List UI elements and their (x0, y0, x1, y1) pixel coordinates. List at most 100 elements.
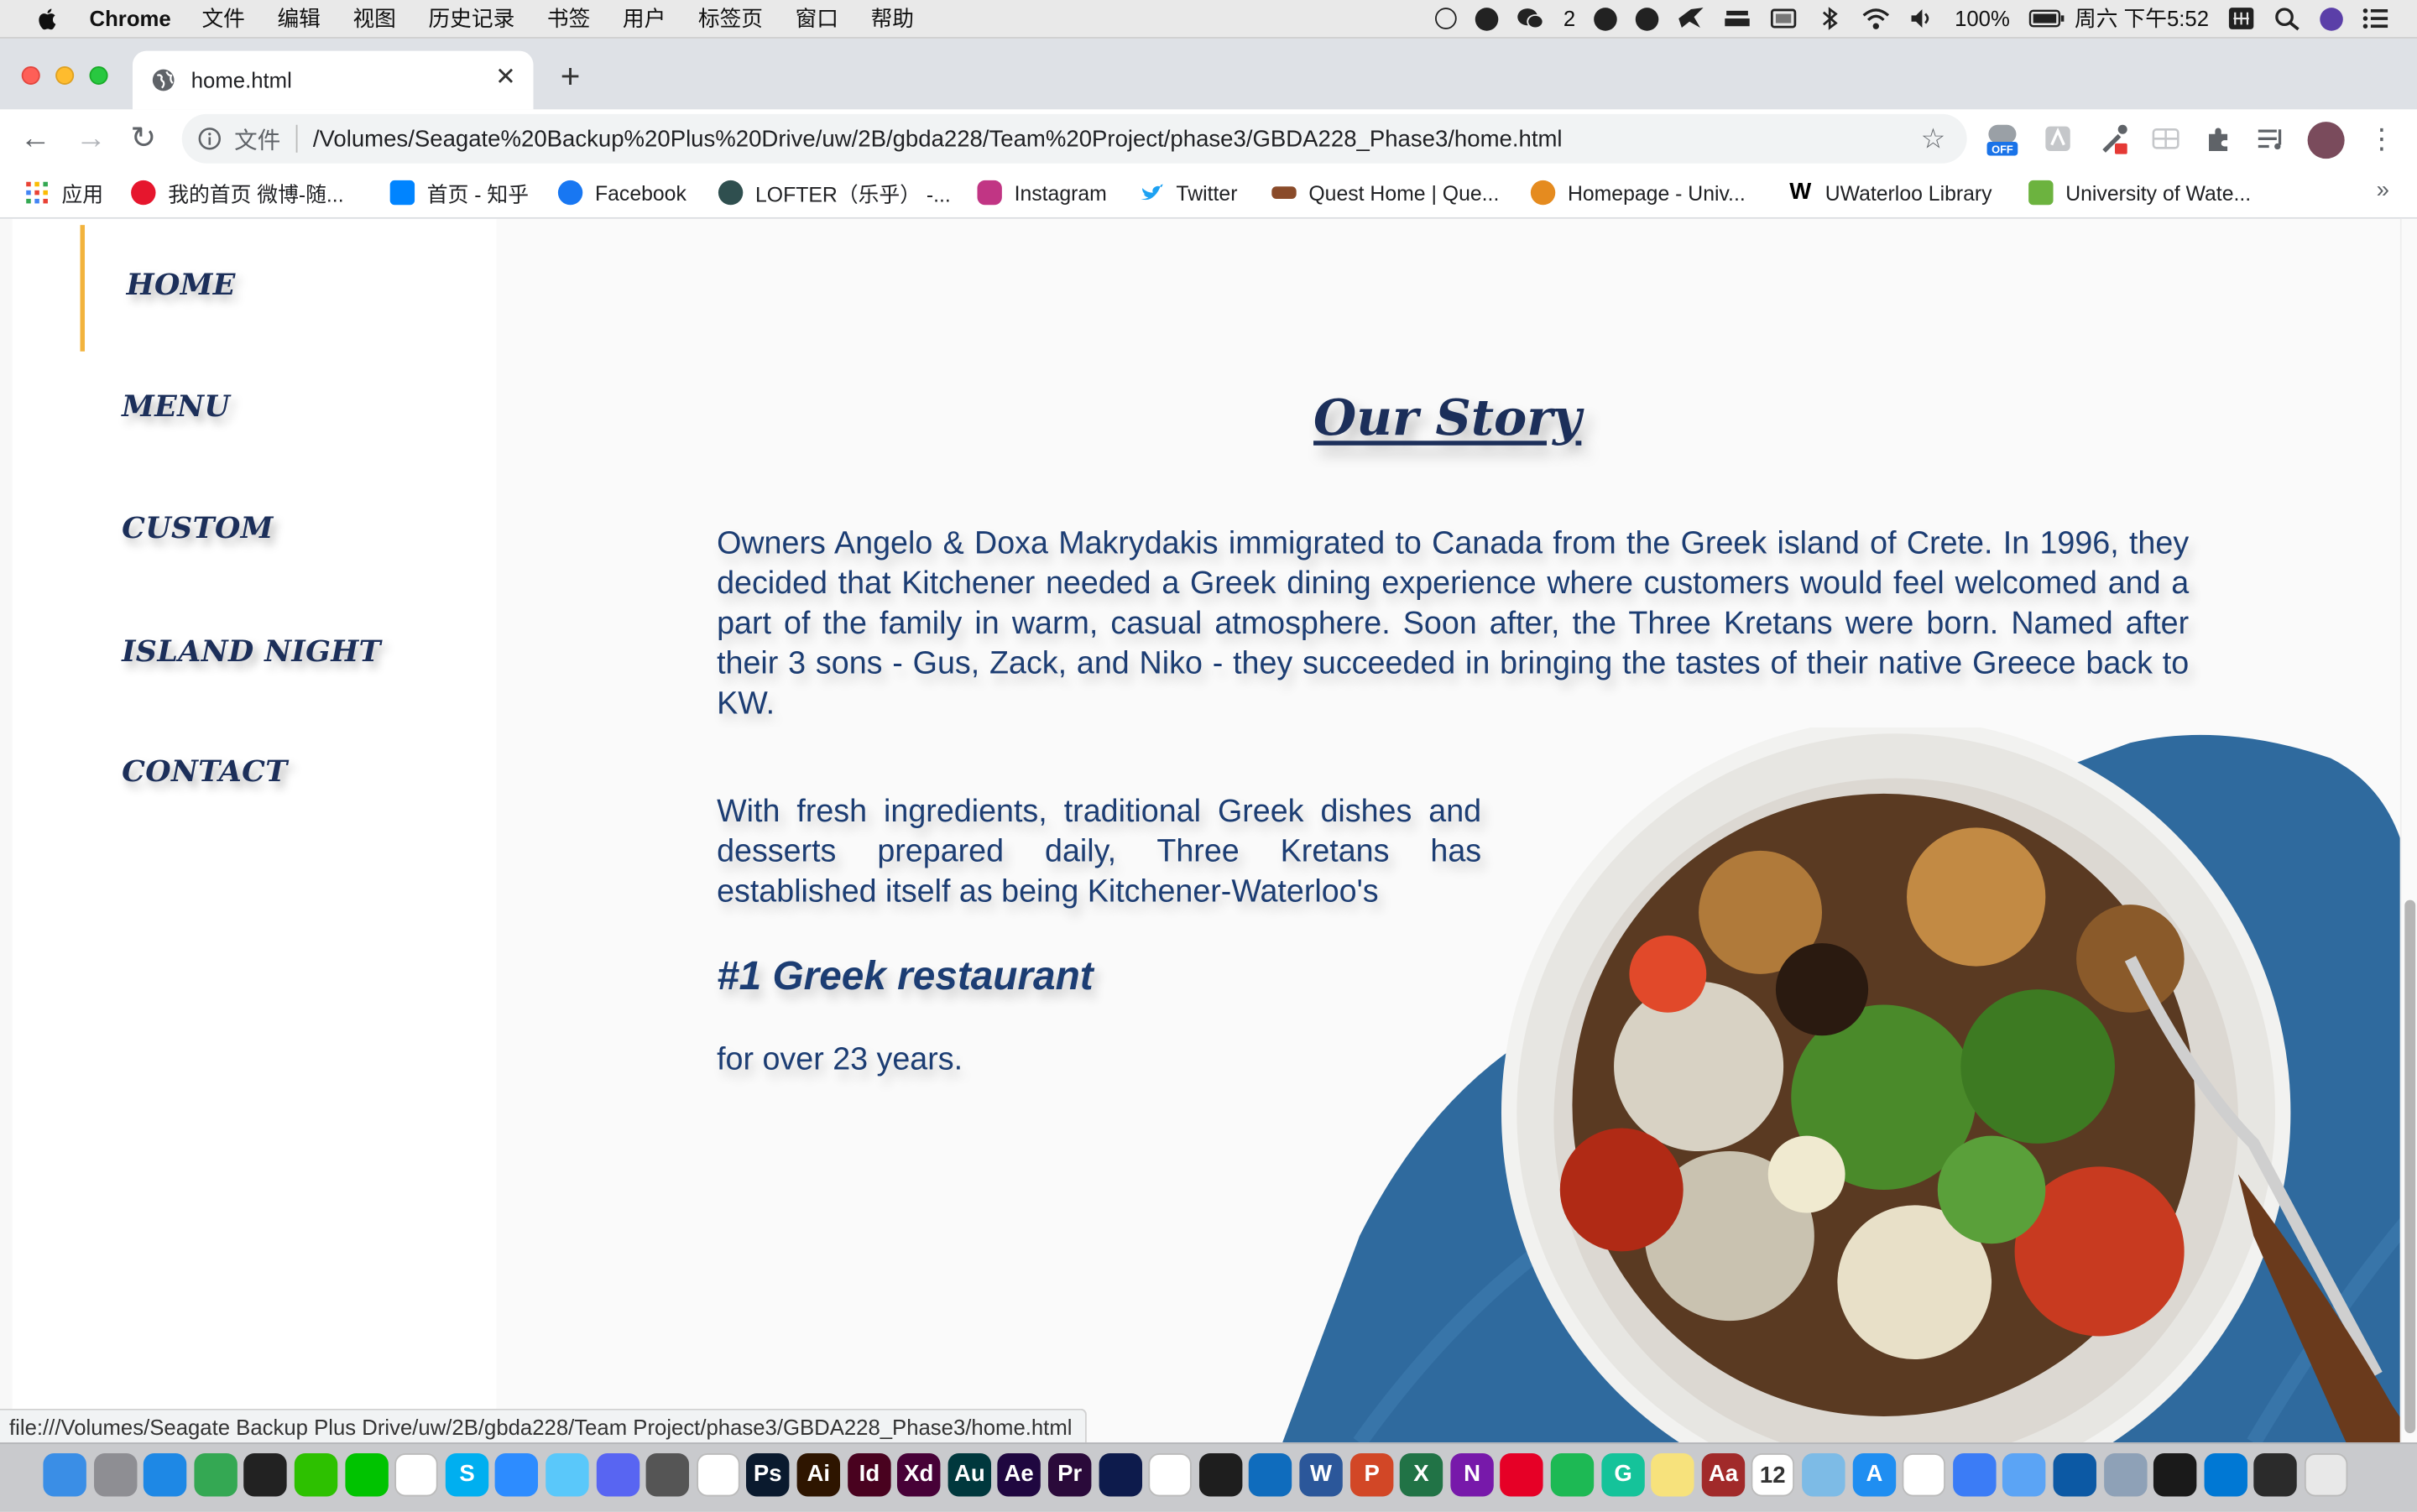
battery-icon[interactable] (2028, 6, 2065, 30)
spotify-icon[interactable] (1550, 1453, 1595, 1497)
emoji-app-icon[interactable] (1148, 1453, 1192, 1497)
bookmark-quest[interactable]: Quest Home | Que... (1271, 180, 1499, 205)
notification-center-icon[interactable] (2362, 6, 2389, 30)
dictionary-icon[interactable]: Aa (1701, 1453, 1746, 1497)
menu-view[interactable]: 视图 (352, 3, 395, 34)
bookmark-uw-homepage[interactable]: Homepage - Univ... (1530, 180, 1746, 206)
powerpoint-icon[interactable]: P (1349, 1453, 1394, 1497)
site-info-label[interactable]: 文件 (234, 123, 280, 155)
window-zoom-button[interactable] (89, 65, 108, 86)
qq-icon[interactable] (243, 1453, 287, 1497)
window-close-button[interactable] (21, 65, 40, 86)
display-tray-icon[interactable] (1770, 6, 1798, 30)
zoom-icon[interactable] (494, 1453, 539, 1497)
nav-menu-link[interactable]: MENU (122, 390, 230, 424)
wechat-tray-icon[interactable] (1517, 6, 1545, 30)
baidu-netdisk-icon[interactable] (1902, 1453, 1945, 1497)
new-tab-button[interactable]: + (555, 60, 586, 94)
volume-icon[interactable] (1908, 6, 1936, 30)
bookmark-facebook[interactable]: Facebook (557, 180, 686, 206)
facetime-icon[interactable] (645, 1453, 690, 1497)
after-effects-icon[interactable]: Ae (997, 1453, 1041, 1497)
bird-tray-icon[interactable] (1677, 6, 1704, 30)
lark-icon[interactable] (1953, 1453, 1997, 1497)
nav-custom-link[interactable]: CUSTOM (122, 512, 274, 545)
bookmark-weibo[interactable]: 我的首页 微博-随... (131, 180, 344, 206)
qq-tray-icon[interactable] (1475, 7, 1499, 30)
grammarly-icon[interactable]: G (1601, 1453, 1645, 1497)
trash-icon[interactable] (2304, 1453, 2348, 1497)
tab-close-icon[interactable]: ✕ (493, 65, 518, 91)
calendar-icon[interactable]: 12 (1751, 1453, 1794, 1497)
feishu-icon[interactable] (2002, 1453, 2046, 1497)
bookmark-zhihu[interactable]: 首页 - 知乎 (389, 180, 529, 206)
input-method-icon[interactable] (2227, 6, 2255, 30)
app-store-icon[interactable]: A (1852, 1453, 1897, 1497)
skype-icon[interactable]: S (445, 1453, 489, 1497)
back-arrow-icon[interactable]: ← (18, 122, 52, 155)
info-icon[interactable] (197, 127, 222, 151)
profile-avatar[interactable] (2307, 122, 2345, 159)
illustrator-icon[interactable]: Ai (796, 1453, 841, 1497)
activity-monitor-icon[interactable] (2153, 1453, 2197, 1497)
siri-icon[interactable] (2320, 7, 2343, 30)
reading-list-icon[interactable] (2253, 122, 2287, 155)
menu-edit[interactable]: 编辑 (277, 3, 320, 34)
finder-icon[interactable] (43, 1453, 86, 1497)
discord-icon[interactable] (596, 1453, 640, 1497)
clock[interactable]: 周六 下午5:52 (2075, 3, 2209, 34)
cloud-sync-tray-icon[interactable] (1635, 7, 1659, 30)
window-minimize-button[interactable] (55, 65, 75, 86)
scrollbar-thumb[interactable] (2404, 899, 2416, 1434)
status-circle-icon[interactable] (1435, 8, 1458, 29)
indesign-icon[interactable]: Id (848, 1453, 891, 1497)
menu-bookmarks[interactable]: 书签 (547, 3, 590, 34)
safari-icon[interactable] (143, 1453, 187, 1497)
bluetooth-icon[interactable] (1816, 6, 1844, 30)
menu-history[interactable]: 历史记录 (428, 3, 514, 34)
tab-home[interactable]: home.html ✕ (132, 50, 534, 110)
bookmark-star-icon[interactable]: ☆ (1921, 125, 1949, 153)
slack-icon[interactable] (394, 1453, 438, 1497)
netease-music-icon[interactable] (1500, 1453, 1543, 1497)
photoshop-icon[interactable]: Ps (745, 1453, 790, 1497)
xd-icon[interactable]: Xd (896, 1453, 941, 1497)
bookmark-lofter[interactable]: LOFTER（乐乎） -... (718, 180, 951, 206)
reload-icon[interactable]: ↻ (127, 122, 160, 155)
menu-people[interactable]: 用户 (623, 3, 666, 34)
extensions-puzzle-icon[interactable] (2201, 122, 2235, 155)
premiere-icon[interactable]: Pr (1047, 1453, 1092, 1497)
extension-grid-icon[interactable] (2148, 122, 2182, 155)
terminal-icon[interactable] (2253, 1453, 2297, 1497)
word-icon[interactable]: W (1299, 1453, 1343, 1497)
nav-home-link[interactable]: HOME (127, 269, 236, 302)
bookmark-apps[interactable]: 应用 (24, 180, 103, 206)
forward-arrow-icon[interactable]: → (74, 122, 107, 155)
bookmark-uwaterloo-library[interactable]: W UWaterloo Library (1788, 180, 1992, 205)
menu-window[interactable]: 窗口 (796, 3, 838, 34)
url-text[interactable]: /Volumes/Seagate%20Backup%20Plus%20Drive… (313, 126, 1563, 152)
extension-off-icon[interactable]: OFF (1986, 122, 2019, 156)
media-encoder-icon[interactable] (1099, 1453, 1143, 1497)
vscode-icon[interactable] (2204, 1453, 2247, 1497)
chrome-icon[interactable] (194, 1453, 238, 1497)
circle-app-icon[interactable] (697, 1453, 740, 1497)
wechat-icon[interactable] (294, 1453, 338, 1497)
more-menu-icon[interactable]: ⋮ (2367, 122, 2395, 155)
creative-cloud-tray-icon[interactable] (1594, 7, 1617, 30)
audition-icon[interactable]: Au (947, 1453, 992, 1497)
messages-icon[interactable] (546, 1453, 589, 1497)
address-bar[interactable]: 文件 /Volumes/Seagate%20Backup%20Plus%20Dr… (181, 113, 1967, 164)
figma-icon[interactable] (1198, 1453, 1243, 1497)
bookmark-twitter[interactable]: Twitter (1139, 180, 1237, 205)
extension-pipette-icon[interactable] (2096, 122, 2130, 155)
outlook-icon[interactable] (1248, 1453, 1292, 1497)
scrollbar[interactable] (2399, 218, 2417, 1443)
launchpad-icon[interactable] (94, 1453, 138, 1497)
menu-tab[interactable]: 标签页 (698, 3, 763, 34)
screen-capture-icon[interactable] (2104, 1453, 2148, 1497)
spotlight-search-icon[interactable] (2273, 6, 2301, 31)
nav-contact-link[interactable]: CONTACT (122, 755, 288, 789)
excel-icon[interactable]: X (1399, 1453, 1443, 1497)
preview-icon[interactable] (1802, 1453, 1845, 1497)
